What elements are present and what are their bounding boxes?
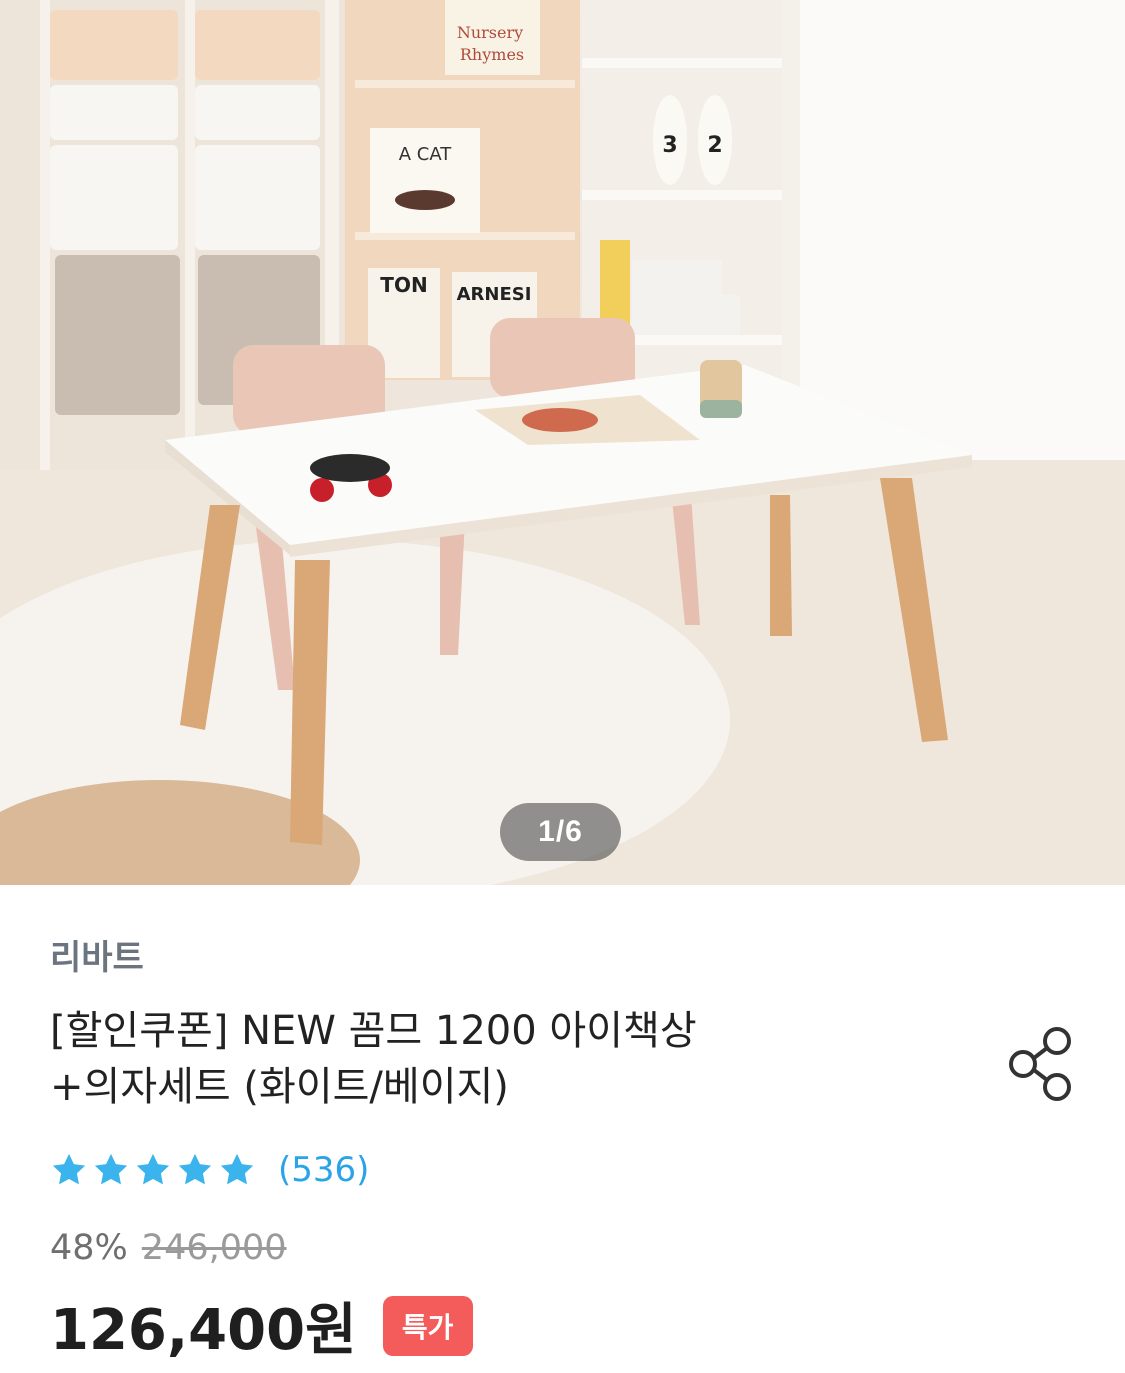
product-image-gallery[interactable]: Nursery Rhymes A CAT TON ARNESI 3 2 1/6	[0, 0, 1125, 885]
original-price: 246,000	[141, 1228, 287, 1268]
book-label-nursery: Nursery	[457, 23, 523, 42]
svg-text:TON: TON	[380, 273, 427, 297]
book-label-cat: A CAT	[399, 144, 453, 165]
price-row: 126,400원 특가	[50, 1285, 473, 1366]
product-title: [할인쿠폰] NEW 꼼므 1200 아이책상 +의자세트 (화이트/베이지)	[50, 1003, 950, 1115]
discount-rate: 48%	[50, 1228, 128, 1268]
share-button[interactable]	[1005, 1023, 1077, 1103]
product-info: 리바트 [할인쿠폰] NEW 꼼므 1200 아이책상 +의자세트 (화이트/베…	[0, 885, 1125, 1373]
star-icon	[52, 1153, 86, 1185]
product-photo: Nursery Rhymes A CAT TON ARNESI 3 2	[0, 0, 1125, 885]
product-title-line2: +의자세트 (화이트/베이지)	[50, 1064, 509, 1110]
star-rating	[50, 1151, 256, 1189]
star-icon	[136, 1153, 170, 1185]
svg-text:3: 3	[662, 133, 677, 158]
star-icon	[178, 1153, 212, 1185]
image-counter: 1/6	[500, 803, 621, 861]
sale-price: 126,400원	[50, 1298, 357, 1363]
share-icon	[1009, 1027, 1071, 1101]
special-deal-badge: 특가	[382, 1295, 473, 1356]
brand-name[interactable]: 리바트	[50, 930, 144, 979]
rating-summary[interactable]: (536)	[50, 1150, 369, 1190]
svg-text:Rhymes: Rhymes	[460, 45, 524, 64]
review-count-link[interactable]: (536)	[278, 1150, 369, 1190]
star-icon	[220, 1153, 254, 1185]
star-icon	[94, 1153, 128, 1185]
svg-text:ARNESI: ARNESI	[457, 284, 532, 305]
discount-info: 48% 246,000	[50, 1228, 287, 1268]
svg-text:2: 2	[707, 133, 722, 158]
product-title-line1: [할인쿠폰] NEW 꼼므 1200 아이책상	[50, 1008, 697, 1054]
